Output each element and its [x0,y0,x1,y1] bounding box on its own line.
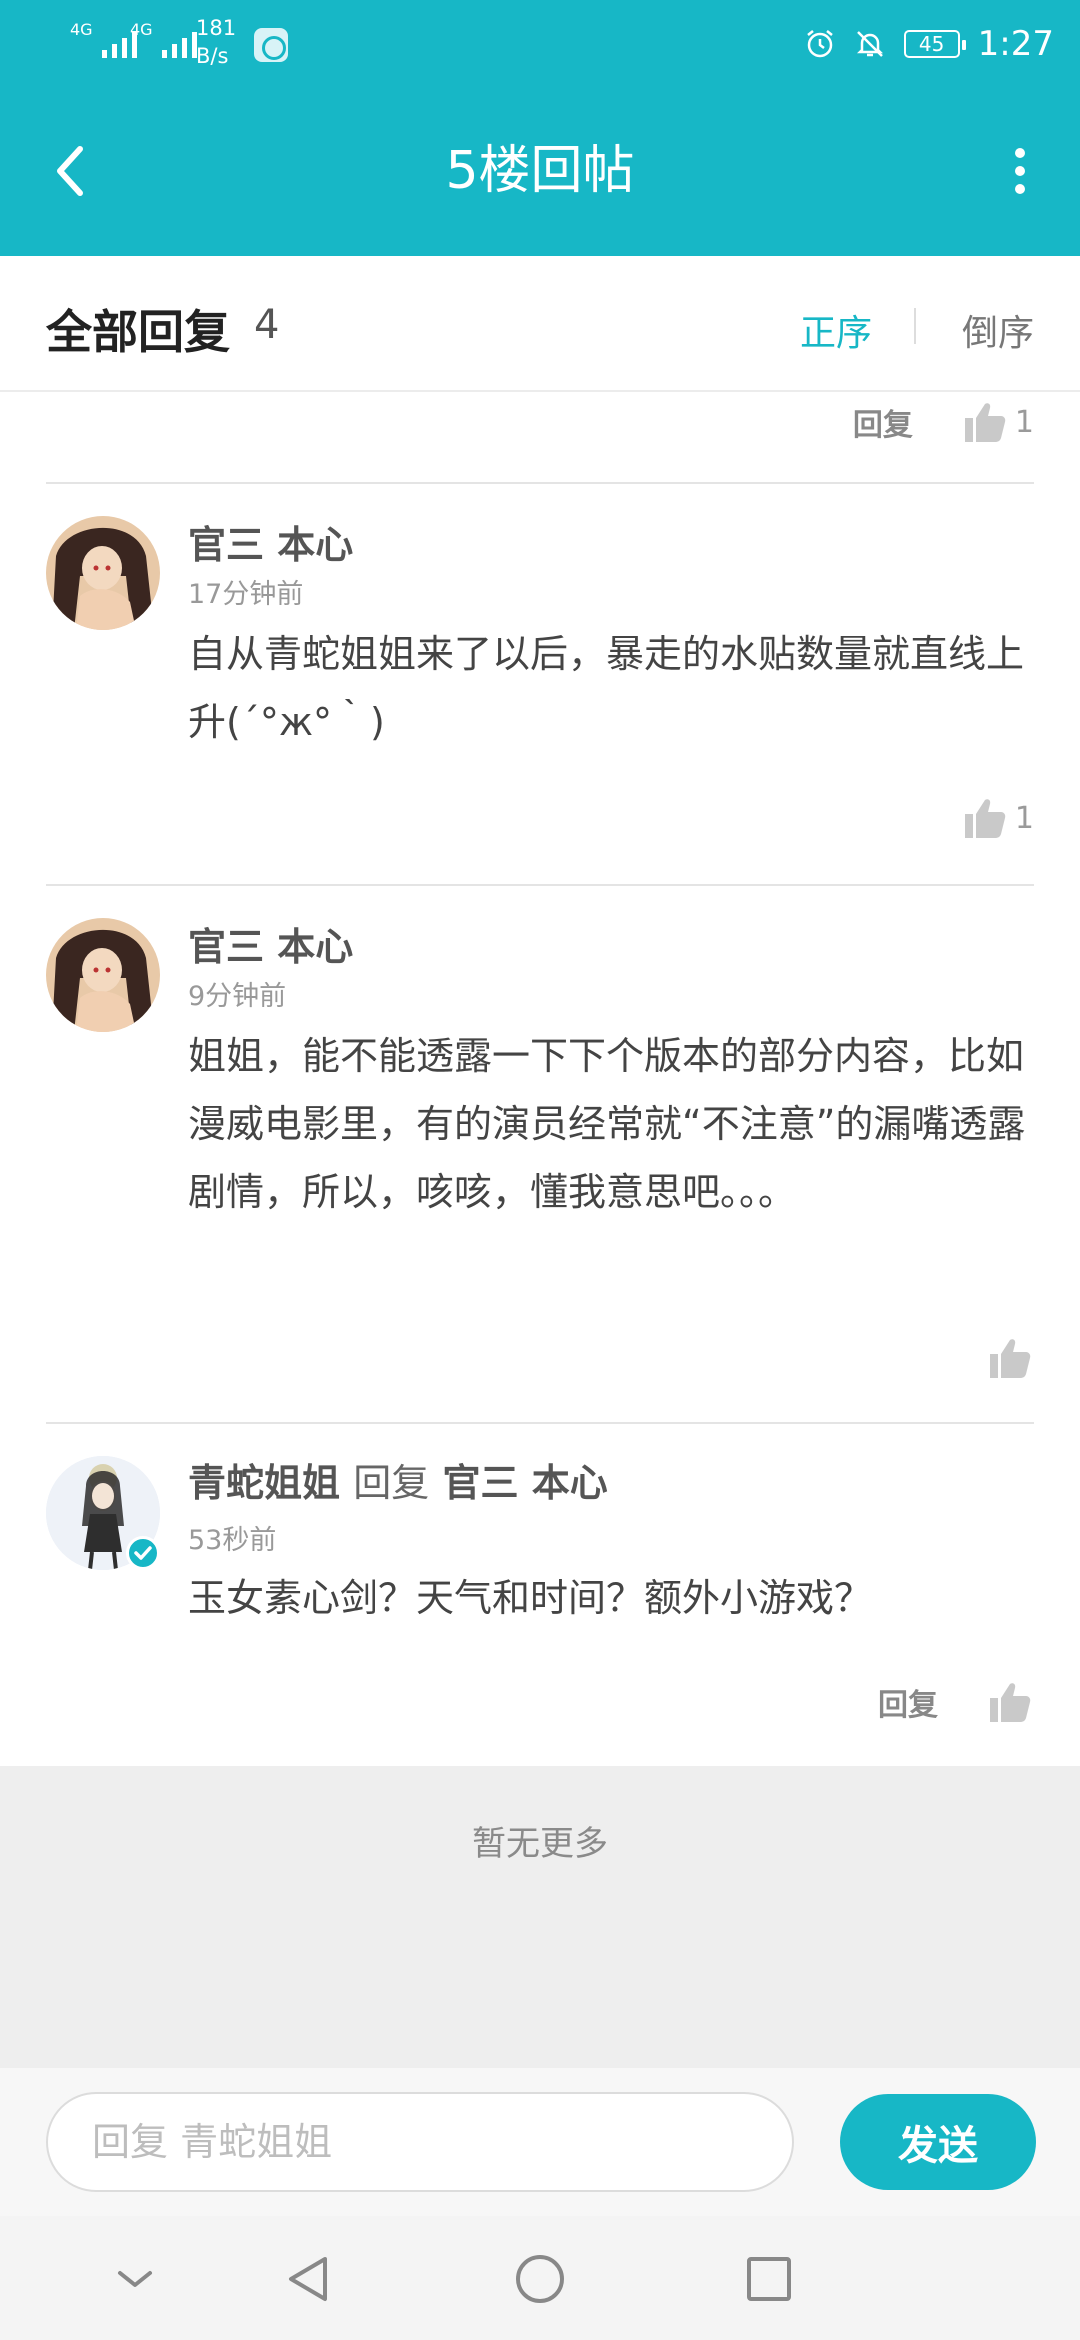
thumbs-up-icon [990,1339,1031,1378]
like-button[interactable] [986,1334,1034,1382]
like-button[interactable] [986,1678,1034,1726]
reply-button[interactable]: 回复 [853,400,913,444]
replies-header: 全部回复 4 正序 倒序 [0,256,1080,392]
replies-title: 全部回复 [46,305,230,359]
nav-back-button[interactable] [274,2244,344,2314]
comment-author[interactable]: 青蛇姐姐 [188,1461,340,1505]
hide-nav-button[interactable] [100,2244,170,2314]
network-speed: 181 B/s [196,16,237,68]
list-footer: 暂无更多 [0,1766,1080,2068]
page-title: 5楼回帖 [445,141,635,201]
battery-icon: 45 [903,30,966,58]
comment-time: 17分钟前 [188,579,304,610]
replies-count: 4 [254,302,280,348]
nav-recents-button[interactable] [734,2244,804,2314]
previous-comment-actions: 回复 1 [0,392,1080,484]
title-bar: 5楼回帖 [0,86,1080,256]
back-triangle-icon [289,2257,327,2301]
send-button[interactable]: 发送 [840,2094,1036,2190]
comment-author[interactable]: 官三 本心 [188,514,353,569]
avatar[interactable] [46,516,160,630]
app-notification-icon [254,28,288,62]
sort-ascending-tab[interactable]: 正序 [800,304,872,356]
comment-item: 官三 本心 17分钟前 自从青蛇姐姐来了以后，暴走的水贴数量就直线上升(´°ж°… [0,484,1080,884]
reply-target[interactable]: 官三 本心 [443,1461,608,1505]
clock: 1:27 [977,24,1054,64]
reply-input-bar: 发送 [0,2068,1080,2216]
like-button[interactable]: 1 [961,398,1034,446]
system-nav-bar [0,2216,1080,2340]
like-button[interactable]: 1 [961,794,1034,842]
home-circle-icon [516,2255,564,2303]
avatar[interactable] [46,918,160,1032]
recents-square-icon [747,2257,791,2301]
avatar-image [46,516,160,630]
app-header: 4G 4G 181 B/s 45 1:27 5楼回帖 [0,0,1080,256]
reply-button[interactable]: 回复 [878,1680,938,1724]
alarm-icon [806,30,833,58]
nav-home-button[interactable] [505,2244,575,2314]
avatar-image [46,918,160,1032]
signal-icon-sim1: 4G [70,22,137,58]
comment-time: 53秒前 [188,1525,277,1556]
comment-time: 9分钟前 [188,981,287,1012]
sort-divider [914,308,916,344]
comment-author-line: 青蛇姐姐 回复 官三 本心 [188,1452,608,1507]
comment-content: 自从青蛇姐姐来了以后，暴走的水贴数量就直线上升(´°ж°｀) [188,632,1025,744]
thumbs-up-icon [964,403,1006,442]
comment-author[interactable]: 官三 本心 [188,916,353,971]
more-options-button[interactable] [990,136,1050,206]
verified-badge-icon [126,1536,160,1570]
comment-item: 官三 本心 9分钟前 姐姐，能不能透露一下下个版本的部分内容，比如漫威电影里，有… [0,886,1080,1422]
more-vertical-icon [1015,148,1025,194]
thumbs-up-icon [964,799,1006,838]
chevron-down-icon [118,2271,152,2287]
comment-content: 姐姐，能不能透露一下下个版本的部分内容，比如漫威电影里，有的演员经常就“不注意”… [188,1034,1026,1214]
thumbs-up-icon [990,1683,1031,1722]
reply-input[interactable] [46,2092,794,2192]
no-more-text: 暂无更多 [472,1824,608,1864]
sort-descending-tab[interactable]: 倒序 [962,304,1034,356]
comment-item: 青蛇姐姐 回复 官三 本心 53秒前 玉女素心剑？天气和时间？额外小游戏？ 回复 [0,1424,1080,1766]
reply-word: 回复 [353,1461,430,1505]
mute-bell-icon [856,31,883,57]
signal-icon-sim2: 4G [130,22,197,58]
comment-content: 玉女素心剑？天气和时间？额外小游戏？ [188,1576,873,1620]
status-bar: 4G 4G 181 B/s 45 1:27 [0,0,1080,86]
